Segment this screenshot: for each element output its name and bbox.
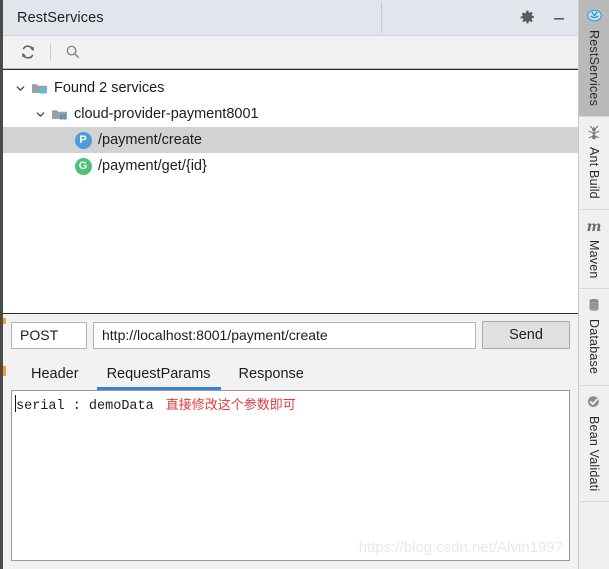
bean-validation-icon [585,393,603,411]
send-button[interactable]: Send [482,321,570,349]
tree-node-label: /payment/create [98,132,202,148]
tree-node-label: cloud-provider-payment8001 [74,106,259,122]
rest-services-tool-window: RestServices Found 2 services cloud-prov… [0,0,609,569]
rail-item-label: Bean Validati [587,415,601,491]
maven-m-icon: m [585,217,603,235]
chevron-down-icon[interactable] [31,105,49,123]
page-title: RestServices [17,9,104,26]
url-value: http://localhost:8001/payment/create [102,327,328,343]
tab-label: Response [238,366,304,382]
tool-window-header: RestServices [3,0,578,36]
refresh-icon[interactable] [13,39,43,65]
request-area: POST http://localhost:8001/payment/creat… [3,314,578,569]
services-tree[interactable]: Found 2 services cloud-provider-payment8… [3,69,578,314]
tree-node-cloud-provider-payment8001[interactable]: cloud-provider-payment8001 [3,101,578,127]
rail-item-label: Maven [587,239,601,279]
tree-node-payment-create[interactable]: P /payment/create [3,127,578,153]
request-tabs: Header RequestParams Response [3,356,578,390]
text-caret [15,395,16,412]
tab-response[interactable]: Response [225,358,318,390]
post-badge-icon: P [73,131,93,149]
rail-item-bean-validation[interactable]: Bean Validati [578,386,609,502]
tree-node-payment-get[interactable]: G /payment/get/{id} [3,153,578,179]
folder-services-icon [29,79,49,97]
tree-node-label: /payment/get/{id} [98,158,207,174]
tool-window-toolbar [3,36,578,69]
editor-first-line: serial : demoData 直接修改这个参数即可 [12,391,569,414]
rail-item-restservices[interactable]: RestServices [578,0,609,118]
request-bar: POST http://localhost:8001/payment/creat… [3,314,578,356]
rail-item-label: RestServices [587,30,601,107]
header-divider [381,2,382,33]
edge-marker-top [3,318,6,324]
chevron-down-icon[interactable] [11,79,29,97]
edge-marker-bottom [3,366,6,376]
get-badge-label: G [74,157,92,175]
method-select[interactable]: POST [11,321,87,349]
restservices-icon [585,7,603,25]
tab-request-params[interactable]: RequestParams [93,358,225,390]
url-input[interactable]: http://localhost:8001/payment/create [93,321,476,349]
annotation-text: 直接修改这个参数即可 [165,398,296,413]
rail-item-ant-build[interactable]: Ant Build [578,117,609,210]
tree-node-found-services[interactable]: Found 2 services [3,75,578,101]
get-badge-icon: G [73,157,93,175]
rail-item-label: Ant Build [587,147,601,199]
rail-item-label: Database [587,319,601,375]
tab-label: RequestParams [106,366,211,382]
header-actions [518,0,568,35]
ant-icon [585,124,603,142]
request-params-text: serial : demoData [16,399,154,414]
post-badge-label: P [74,131,92,149]
rail-item-database[interactable]: Database [578,289,609,386]
module-icon [49,105,69,123]
svg-text:m: m [587,219,602,234]
method-value: POST [20,327,59,343]
tab-header[interactable]: Header [17,358,93,390]
watermark: https://blog.csdn.net/Alvin1997 [358,539,563,556]
request-params-editor[interactable]: serial : demoData 直接修改这个参数即可 https://blo… [11,390,570,561]
toolbar-divider [50,44,51,60]
tab-label: Header [31,366,79,382]
search-icon[interactable] [58,39,88,65]
database-icon [585,296,603,314]
minimize-icon[interactable] [550,9,568,27]
send-button-label: Send [509,327,543,343]
tree-node-label: Found 2 services [54,80,165,96]
right-tool-rail: RestServices Ant Build m Maven Database … [578,0,609,569]
gear-icon[interactable] [518,9,536,27]
rail-item-maven[interactable]: m Maven [578,210,609,290]
main-panel: RestServices Found 2 services cloud-prov… [0,0,578,569]
